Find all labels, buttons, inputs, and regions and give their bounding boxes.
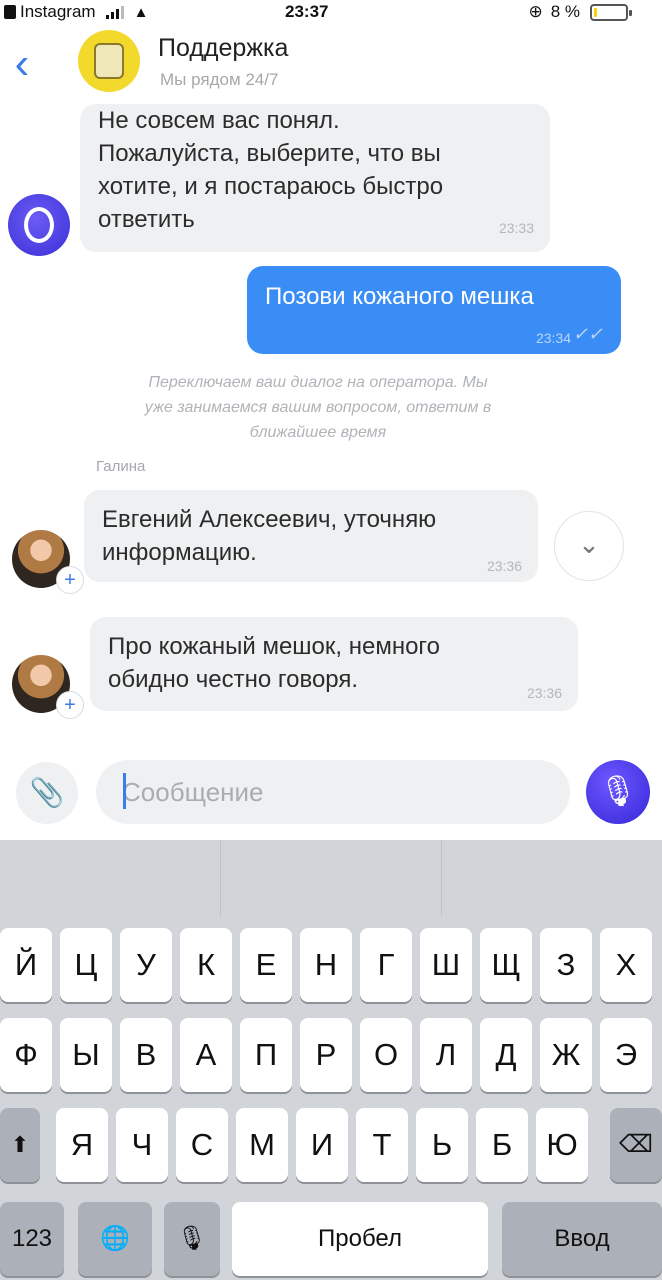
key-и[interactable]: И bbox=[296, 1108, 348, 1182]
suggestion-slot[interactable] bbox=[0, 840, 221, 916]
message-line: Пожалуйста, выберите, что вы bbox=[98, 140, 441, 167]
chevron-down-icon: ⌄ bbox=[578, 529, 600, 559]
operator-avatar[interactable]: + bbox=[12, 530, 84, 594]
chat-title[interactable]: Поддержка bbox=[158, 34, 288, 63]
return-key[interactable]: Ввод bbox=[502, 1202, 662, 1276]
key-ь[interactable]: Ь bbox=[416, 1108, 468, 1182]
key-г[interactable]: Г bbox=[360, 928, 412, 1002]
chat-header: ‹ Поддержка Мы рядом 24/7 bbox=[0, 26, 662, 104]
bot-logo-icon bbox=[24, 207, 54, 243]
key-т[interactable]: Т bbox=[356, 1108, 408, 1182]
globe-icon[interactable]: 🌐 bbox=[78, 1202, 152, 1276]
key-д[interactable]: Д bbox=[480, 1018, 532, 1092]
system-note-line: Переключаем ваш диалог на оператора. Мы bbox=[148, 374, 488, 391]
message-bubble[interactable]: Не совсем вас понял. Пожалуйста, выберит… bbox=[80, 104, 550, 252]
key-э[interactable]: Э bbox=[600, 1018, 652, 1092]
microphone-icon: 🎙 bbox=[598, 775, 638, 808]
operator-avatar[interactable]: + bbox=[12, 655, 84, 719]
microphone-button[interactable]: 🎙 bbox=[586, 760, 650, 824]
add-contact-icon[interactable]: + bbox=[56, 566, 84, 594]
suggestion-bar bbox=[0, 840, 662, 916]
key-ж[interactable]: Ж bbox=[540, 1018, 592, 1092]
dictation-icon[interactable]: 🎙 bbox=[164, 1202, 220, 1276]
text-caret bbox=[123, 773, 126, 809]
status-time: 23:37 bbox=[285, 2, 329, 21]
message-line: хотите, и я постараюсь быстро bbox=[98, 173, 444, 200]
key-ш[interactable]: Ш bbox=[420, 928, 472, 1002]
support-logo[interactable] bbox=[78, 30, 140, 92]
key-й[interactable]: Й bbox=[0, 928, 52, 1002]
system-note-line: ближайшее время bbox=[249, 424, 387, 441]
key-ч[interactable]: Ч bbox=[116, 1108, 168, 1182]
message-input[interactable] bbox=[96, 760, 570, 824]
key-б[interactable]: Б bbox=[476, 1108, 528, 1182]
status-left: Instagram ▲ bbox=[4, 2, 148, 22]
system-note: Переключаем ваш диалог на оператора. Мы … bbox=[78, 370, 558, 445]
back-to-app-icon[interactable] bbox=[4, 5, 16, 19]
keyboard: ЙЦУКЕНГШЩЗХ ФЫВАПРОЛДЖЭ ЯЧСМИТЬБЮ ⬆ ⌫ 12… bbox=[0, 840, 662, 1280]
bot-avatar[interactable] bbox=[8, 194, 70, 256]
numbers-key[interactable]: 123 bbox=[0, 1202, 64, 1276]
message-bubble[interactable]: Евгений Алексеевич, уточняю информацию. … bbox=[84, 490, 538, 582]
key-ф[interactable]: Ф bbox=[0, 1018, 52, 1092]
paperclip-icon[interactable]: 📎 bbox=[16, 762, 78, 824]
key-л[interactable]: Л bbox=[420, 1018, 472, 1092]
message-time: 23:36 bbox=[526, 685, 562, 701]
key-ц[interactable]: Ц bbox=[60, 928, 112, 1002]
key-е[interactable]: Е bbox=[240, 928, 292, 1002]
chevron-left-icon[interactable]: ‹ bbox=[2, 42, 42, 92]
wifi-icon: ▲ bbox=[133, 3, 149, 21]
add-contact-icon[interactable]: + bbox=[56, 691, 84, 719]
message-time: 23:36 bbox=[486, 558, 522, 574]
key-в[interactable]: В bbox=[120, 1018, 172, 1092]
status-right: ⊕ 8 % bbox=[528, 2, 580, 22]
message-text: Позови кожаного мешка bbox=[265, 283, 534, 310]
key-с[interactable]: С bbox=[176, 1108, 228, 1182]
key-р[interactable]: Р bbox=[300, 1018, 352, 1092]
message-line: Евгений Алексеевич, уточняю bbox=[102, 506, 437, 533]
message-line: Про кожаный мешок, немного bbox=[108, 633, 441, 660]
backspace-key[interactable]: ⌫ bbox=[610, 1108, 662, 1182]
message-bubble[interactable]: Про кожаный мешок, немного обидно честно… bbox=[90, 617, 578, 711]
suggestion-slot[interactable] bbox=[221, 840, 442, 916]
bank-emblem-icon bbox=[94, 43, 124, 79]
key-м[interactable]: М bbox=[236, 1108, 288, 1182]
space-key[interactable]: Пробел bbox=[232, 1202, 488, 1276]
message-time: 23:33 bbox=[498, 220, 534, 236]
key-у[interactable]: У bbox=[120, 928, 172, 1002]
cellular-signal-icon bbox=[105, 5, 124, 19]
shift-key[interactable]: ⬆ bbox=[0, 1108, 40, 1182]
key-з[interactable]: З bbox=[540, 928, 592, 1002]
system-note-line: уже занимаемся вашим вопросом, ответим в bbox=[144, 399, 492, 416]
status-bar: Instagram ▲ 23:37 ⊕ 8 % bbox=[0, 0, 662, 26]
message-bubble-outgoing[interactable]: Позови кожаного мешка 23:34 ✓✓ bbox=[247, 266, 621, 354]
message-time: 23:34 bbox=[535, 330, 571, 346]
message-line: обидно честно говоря. bbox=[108, 666, 359, 693]
message-line: Не совсем вас понял. bbox=[98, 107, 340, 134]
key-о[interactable]: О bbox=[360, 1018, 412, 1092]
key-ы[interactable]: Ы bbox=[60, 1018, 112, 1092]
scroll-down-button[interactable]: ⌄ bbox=[554, 511, 624, 581]
sender-name: Галина bbox=[96, 458, 146, 475]
key-щ[interactable]: Щ bbox=[480, 928, 532, 1002]
key-я[interactable]: Я bbox=[56, 1108, 108, 1182]
status-app-name[interactable]: Instagram bbox=[20, 2, 96, 22]
key-н[interactable]: Н bbox=[300, 928, 352, 1002]
suggestion-slot[interactable] bbox=[442, 840, 662, 916]
battery-percent: 8 % bbox=[550, 2, 580, 21]
key-а[interactable]: А bbox=[180, 1018, 232, 1092]
composer: 📎 🎙 bbox=[0, 756, 662, 830]
key-х[interactable]: Х bbox=[600, 928, 652, 1002]
double-check-icon: ✓✓ bbox=[572, 324, 603, 344]
rotation-lock-icon: ⊕ bbox=[528, 2, 543, 21]
battery-icon bbox=[590, 4, 632, 21]
key-к[interactable]: К bbox=[180, 928, 232, 1002]
message-line: ответить bbox=[98, 206, 195, 233]
key-ю[interactable]: Ю bbox=[536, 1108, 588, 1182]
key-п[interactable]: П bbox=[240, 1018, 292, 1092]
chat-subtitle: Мы рядом 24/7 bbox=[160, 70, 279, 89]
message-line: информацию. bbox=[102, 539, 257, 566]
